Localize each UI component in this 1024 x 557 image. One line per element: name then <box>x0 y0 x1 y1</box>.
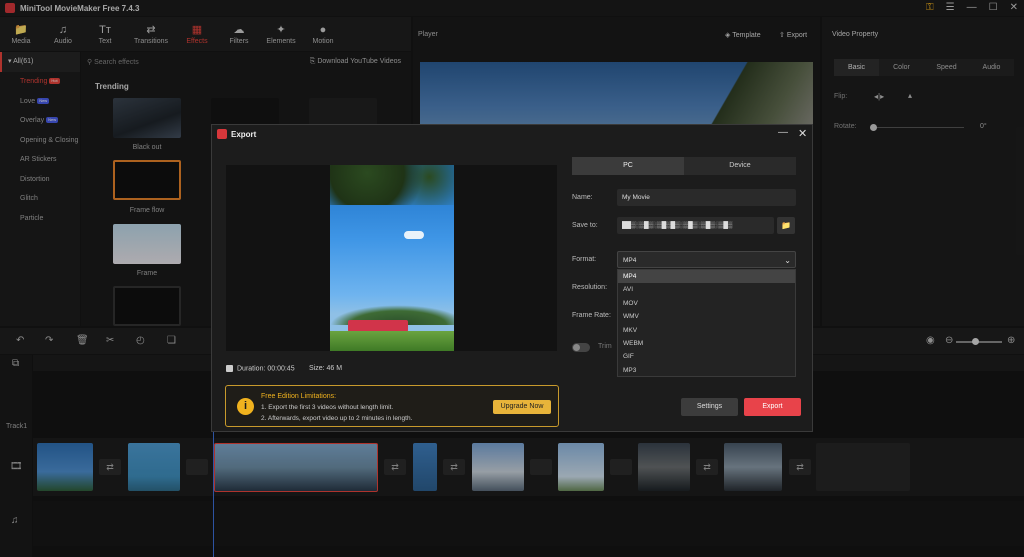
format-option-mp3[interactable]: MP3 <box>618 364 795 377</box>
close-icon[interactable]: ✕ <box>798 127 807 140</box>
limits-title: Free Edition Limitations: <box>261 393 337 400</box>
export-button[interactable]: Export <box>744 398 801 416</box>
chevron-down-icon: ⌄ <box>784 256 791 265</box>
export-dialog: Export — ✕ Duration: 00:00:45 Size: 46 M… <box>211 124 813 432</box>
format-option-gif[interactable]: GIF <box>618 350 795 363</box>
format-dropdown: MP4 AVI MOV WMV MKV WEBM GIF MP3 <box>617 269 796 377</box>
limits-line-2: 2. Afterwards, export video up to 2 minu… <box>261 415 413 422</box>
limits-line-1: 1. Export the first 3 videos without len… <box>261 404 394 411</box>
free-edition-limitations: i Free Edition Limitations: 1. Export th… <box>225 385 559 427</box>
resolution-label: Resolution: <box>572 284 608 291</box>
size-label: Size: 46 M <box>309 365 343 372</box>
minimize-icon[interactable]: — <box>778 127 788 138</box>
format-label: Format: <box>572 256 597 263</box>
export-preview <box>226 165 557 351</box>
export-dialog-header: Export — ✕ <box>212 125 812 143</box>
name-label: Name: <box>572 194 593 201</box>
save-to-label: Save to: <box>572 222 598 229</box>
frame-rate-label: Frame Rate: <box>572 312 611 319</box>
app-logo-icon <box>217 129 227 139</box>
name-field[interactable]: My Movie <box>617 189 796 206</box>
format-select[interactable]: MP4 ⌄ <box>617 251 796 268</box>
format-option-webm[interactable]: WEBM <box>618 337 795 350</box>
format-option-wmv[interactable]: WMV <box>618 310 795 323</box>
trim-toggle-knob <box>573 344 580 351</box>
upgrade-now-button[interactable]: Upgrade Now <box>493 400 551 414</box>
folder-icon[interactable]: 📁 <box>777 217 795 234</box>
duration-label: Duration: 00:00:45 <box>226 365 295 372</box>
trim-label: Trim <box>598 343 612 350</box>
settings-button[interactable]: Settings <box>681 398 738 416</box>
film-icon <box>226 365 233 372</box>
format-option-mp4[interactable]: MP4 <box>618 270 795 284</box>
export-target-tabs: PC Device <box>572 157 796 175</box>
format-option-avi[interactable]: AVI <box>618 283 795 296</box>
tab-pc[interactable]: PC <box>572 157 684 175</box>
format-option-mov[interactable]: MOV <box>618 297 795 310</box>
format-option-mkv[interactable]: MKV <box>618 324 795 337</box>
save-to-field[interactable]: ██▒░▒█▒░▒█▒█▒░▒█▒░▒█▒░▒█▒ <box>617 217 774 234</box>
export-dialog-title: Export <box>231 130 257 139</box>
tab-device[interactable]: Device <box>684 157 796 175</box>
preview-image <box>330 165 454 351</box>
info-icon: i <box>237 398 254 415</box>
